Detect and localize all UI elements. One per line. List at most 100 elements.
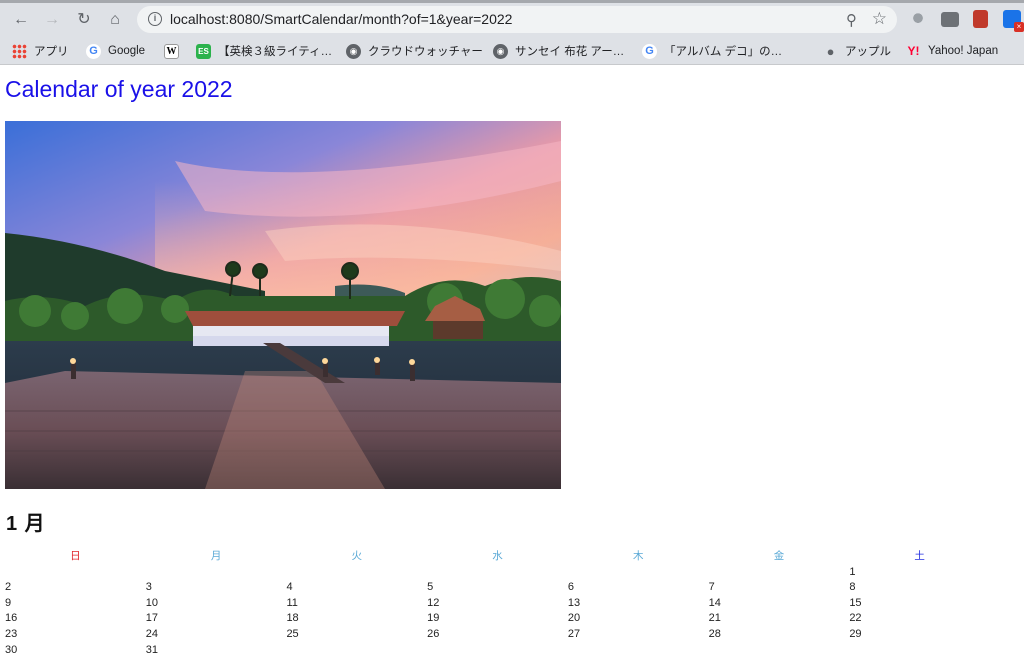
bookmark-label: 「アルバム デコ」の… <box>664 46 783 58</box>
bookmark-label: Yahoo! Japan <box>928 45 999 57</box>
calendar-day-cell: 5 <box>427 581 434 594</box>
calendar-grid: 日 月 火 水 木 金 土 1 2 3 4 5 6 7 8 9 10 11 12 13 14 15 16 17 1… <box>5 549 990 658</box>
calendar-day-cell: 6 <box>567 581 574 594</box>
page-title: Calendar of year 2022 <box>5 76 233 102</box>
page-content: Calendar of year 2022 1 月 日 月 火 水 木 金 土 … <box>0 66 1024 669</box>
calendar-day-cell <box>427 565 568 581</box>
weekday-saturday: 土 <box>914 550 925 562</box>
bookmark-label: サンセイ 布花 アー… <box>515 46 625 58</box>
extension-icon[interactable] <box>941 12 959 27</box>
calendar-day-cell: 23 <box>5 627 18 640</box>
calendar-day-cell: 2 <box>5 581 12 594</box>
calendar-week-row: 16 17 18 19 20 21 22 <box>5 611 990 627</box>
calendar-day-cell <box>5 565 146 581</box>
reload-icon[interactable]: ↻ <box>72 8 96 32</box>
calendar-day-cell <box>849 643 990 659</box>
bookmark-album-deco[interactable]: G 「アルバム デコ」の… <box>642 43 782 59</box>
calendar-day-cell: 15 <box>849 596 862 609</box>
calendar-day-cell: 9 <box>5 596 12 609</box>
bookmarks-bar: アプリ G Google W ES 【英検３級ライティ… ◉ クラウドウォッチャ… <box>0 38 1024 541</box>
calendar-day-cell: 24 <box>145 627 158 640</box>
bookmark-apps[interactable]: アプリ <box>12 43 69 59</box>
weekday-thursday: 木 <box>632 550 644 562</box>
zoom-icon[interactable]: ⚲ <box>846 11 857 29</box>
calendar-day-cell <box>568 643 709 659</box>
month-title: 1 月 <box>6 513 46 535</box>
calendar-week-row: 9 10 11 12 13 14 15 <box>5 596 990 612</box>
calendar-week-row: 23 24 25 26 27 28 29 <box>5 627 990 643</box>
bookmark-yahoo[interactable]: Y! Yahoo! Japan <box>906 43 999 59</box>
back-icon[interactable]: ← <box>9 8 33 32</box>
google-icon: G <box>86 43 101 59</box>
calendar-day-cell: 3 <box>145 581 152 594</box>
yahoo-icon: Y! <box>907 44 920 58</box>
calendar-day-cell <box>286 643 427 659</box>
bookmark-label: クラウドウォッチャー <box>368 46 483 58</box>
weekday-sunday: 日 <box>70 550 81 562</box>
calendar-day-cell: 22 <box>849 612 862 625</box>
home-icon[interactable]: ⌂ <box>103 8 127 32</box>
weekday-monday: 月 <box>210 550 222 562</box>
address-bar[interactable]: i localhost:8080/SmartCalendar/month?of=… <box>137 6 897 33</box>
calendar-day-cell: 26 <box>427 627 440 640</box>
tab-strip-edge <box>0 0 1024 3</box>
calendar-day-cell: 1 <box>849 565 856 578</box>
extension-icon[interactable]: × <box>1003 10 1024 32</box>
bookmark-label: 【英検３級ライティ… <box>218 46 333 58</box>
weekday-wednesday: 水 <box>492 550 503 562</box>
extension-icon[interactable] <box>973 10 988 28</box>
calendar-day-cell: 13 <box>567 596 581 609</box>
calendar-week-row: 1 <box>5 565 990 581</box>
weekday-tuesday: 火 <box>351 550 363 562</box>
calendar-day-cell: 7 <box>708 581 715 594</box>
calendar-day-cell <box>427 643 568 659</box>
url-text[interactable]: localhost:8080/SmartCalendar/month?of=1&… <box>170 11 512 27</box>
bookmark-star-icon[interactable]: ☆ <box>872 9 887 29</box>
calendar-day-cell: 30 <box>5 643 18 656</box>
bookmark-label: アップル <box>845 46 891 58</box>
apps-icon <box>12 43 27 59</box>
wikipedia-icon: W <box>164 43 179 59</box>
calendar-day-cell <box>286 565 427 581</box>
weekday-header-row: 日 月 火 水 木 金 土 <box>5 549 990 565</box>
bookmark-wikipedia[interactable]: W <box>164 43 186 59</box>
bookmark-apple[interactable]: ● アップル <box>823 43 891 59</box>
calendar-day-cell <box>568 565 709 581</box>
calendar-day-cell: 19 <box>427 612 440 625</box>
calendar-day-cell: 10 <box>145 596 158 609</box>
calendar-day-cell: 14 <box>708 596 721 609</box>
calendar-day-cell: 29 <box>849 627 862 640</box>
calendar-day-cell: 25 <box>286 627 299 640</box>
bookmark-label: アプリ <box>34 46 69 58</box>
calendar-day-cell: 28 <box>708 627 721 640</box>
weekday-friday: 金 <box>773 550 785 562</box>
forward-icon[interactable]: → <box>40 8 64 32</box>
calendar-weeks: 1 2 3 4 5 6 7 8 9 10 11 12 13 14 15 16 17 18 19 20 21 22 23 24 2… <box>5 565 990 659</box>
resort-photo <box>5 121 561 489</box>
calendar-day-cell: 31 <box>145 643 158 656</box>
calendar-day-cell: 27 <box>567 627 581 640</box>
globe-icon: ◉ <box>493 43 508 59</box>
extension-icon[interactable] <box>909 10 927 28</box>
calendar-day-cell: 16 <box>5 612 18 625</box>
bookmark-google[interactable]: G Google <box>86 43 145 59</box>
calendar-week-row: 30 31 <box>5 643 990 659</box>
bookmark-eiken[interactable]: ES 【英検３級ライティ… <box>196 43 332 59</box>
google-icon: G <box>642 43 657 59</box>
bookmark-label: Google <box>108 45 146 57</box>
calendar-week-row: 2 3 4 5 6 7 8 <box>5 580 990 596</box>
calendar-day-cell <box>709 565 850 581</box>
calendar-day-cell: 20 <box>567 612 581 625</box>
calendar-day-cell: 4 <box>286 581 293 594</box>
calendar-day-cell <box>146 565 287 581</box>
globe-icon: ◉ <box>346 43 361 59</box>
bookmark-cloudwatcher[interactable]: ◉ クラウドウォッチャー <box>346 43 483 59</box>
calendar-day-cell: 21 <box>708 612 721 625</box>
calendar-day-cell: 17 <box>145 612 158 625</box>
bookmark-sansei[interactable]: ◉ サンセイ 布花 アー… <box>493 43 624 59</box>
calendar-day-cell: 18 <box>286 612 299 625</box>
eiken-icon: ES <box>196 43 211 59</box>
site-info-icon[interactable]: i <box>148 12 162 26</box>
browser-toolbar: ← → ↻ ⌂ i localhost:8080/SmartCalendar/m… <box>0 0 1024 38</box>
calendar-day-cell <box>709 643 850 659</box>
